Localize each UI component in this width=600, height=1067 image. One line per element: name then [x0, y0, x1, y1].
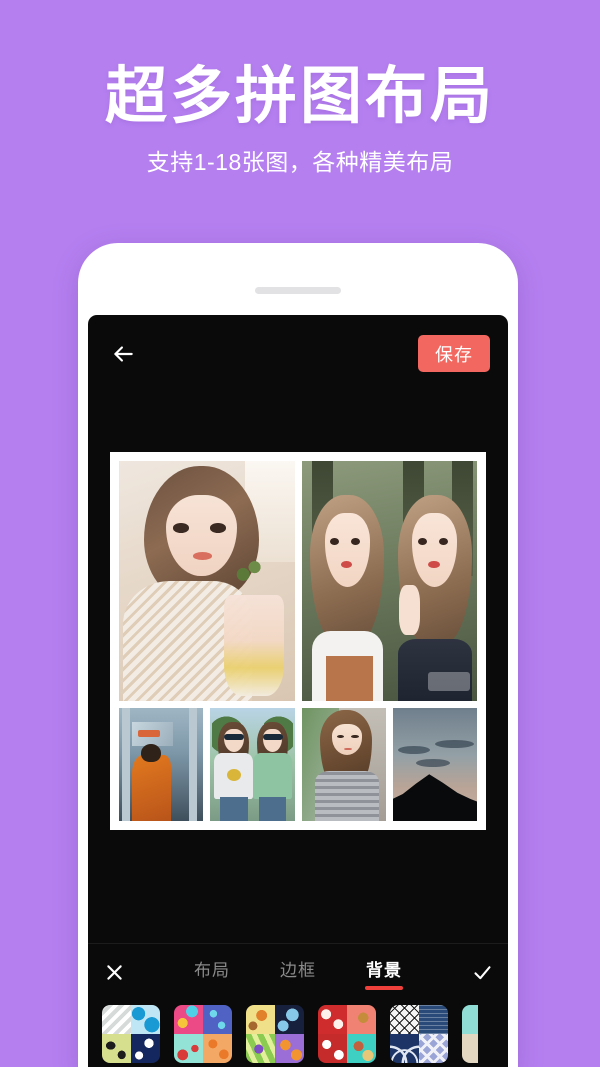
- save-button[interactable]: 保存: [418, 335, 490, 372]
- promo-title: 超多拼图布局: [104, 62, 495, 131]
- background-item-art[interactable]: Art: [102, 1005, 160, 1067]
- tab-border[interactable]: 边框: [280, 956, 316, 990]
- background-category-strip[interactable]: Art Cartoon Halloween: [88, 1005, 508, 1067]
- background-item-christmas[interactable]: Christmas: [318, 1005, 376, 1067]
- collage-row-bottom: [119, 708, 477, 821]
- app-screen: 保存 布局 边框 背景: [88, 315, 508, 1067]
- phone-mockup: 保存 布局 边框 背景: [78, 243, 518, 1067]
- background-thumbnail: [102, 1005, 160, 1063]
- background-thumbnail: [462, 1005, 478, 1063]
- collage-photo-two-girls-sunglasses[interactable]: [210, 708, 295, 821]
- tab-background[interactable]: 背景: [366, 956, 402, 990]
- background-thumbnail: [174, 1005, 232, 1063]
- background-item-halloween[interactable]: Halloween: [246, 1005, 304, 1067]
- back-arrow-icon[interactable]: [106, 337, 140, 371]
- speaker-grille: [255, 287, 341, 294]
- background-item-pattern[interactable]: Pattern: [390, 1005, 448, 1067]
- collage-photo-girl-grey-top[interactable]: [301, 708, 386, 821]
- background-item-next-partial[interactable]: [462, 1005, 478, 1067]
- tab-layout[interactable]: 布局: [194, 956, 230, 990]
- background-thumbnail: [318, 1005, 376, 1063]
- editor-toolbar: 布局 边框 背景: [88, 943, 508, 1001]
- collage-photo-selfie-with-drink[interactable]: [119, 461, 295, 701]
- promo-screenshot: 超多拼图布局 支持1-18张图，各种精美布局 保存 布局 边框 背景: [0, 0, 600, 1067]
- collage-photo-mountain-dusk[interactable]: [392, 708, 477, 821]
- collage-photo-street-orange-coat[interactable]: [119, 708, 204, 821]
- background-item-cartoon[interactable]: Cartoon: [174, 1005, 232, 1067]
- background-thumbnail: [246, 1005, 304, 1063]
- collage-row-top: [119, 461, 477, 701]
- collage-photo-two-girls-outdoors[interactable]: [301, 461, 477, 701]
- editor-tabs: 布局 边框 背景: [140, 956, 456, 990]
- close-x-icon[interactable]: [88, 950, 140, 996]
- collage-grid: [119, 461, 477, 821]
- check-icon[interactable]: [456, 950, 508, 996]
- promo-header: 超多拼图布局 支持1-18张图，各种精美布局: [0, 0, 600, 177]
- collage-canvas[interactable]: [110, 452, 486, 830]
- app-top-bar: 保存: [88, 315, 508, 391]
- promo-subtitle: 支持1-18张图，各种精美布局: [146, 149, 454, 176]
- background-thumbnail: [390, 1005, 448, 1063]
